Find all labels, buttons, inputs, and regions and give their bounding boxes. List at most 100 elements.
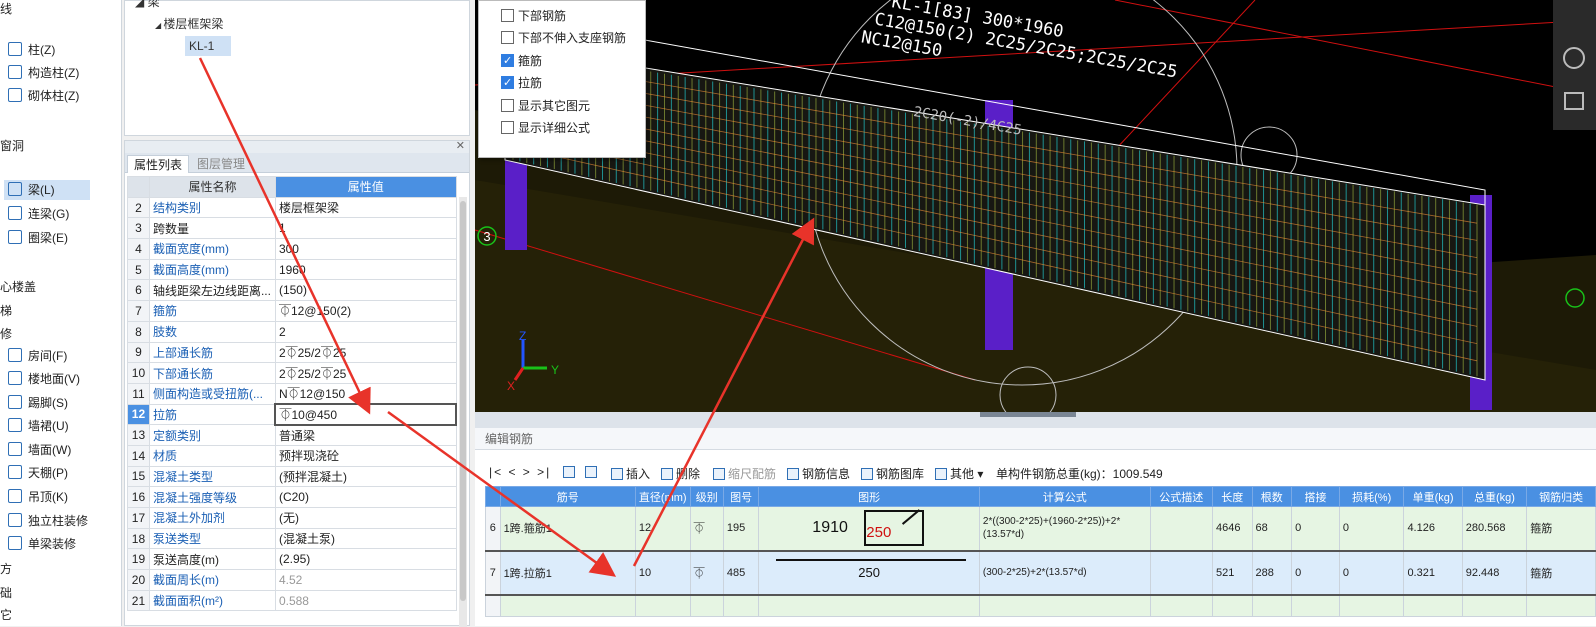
nav-item-skirting[interactable]: 踢脚(S) [8,393,68,413]
rebar-cell-empty[interactable] [499,594,636,617]
property-row[interactable]: 21 截面面积(m²) 0.588 [127,589,457,612]
rebar-library-button[interactable]: 钢筋图库 [861,465,924,482]
tree-item-kl1[interactable]: KL-1 [185,36,231,56]
property-value[interactable]: 2⏁25/2⏁25 [274,362,457,384]
grid-col-header[interactable]: 级别 [689,486,724,507]
other-menu-button[interactable]: 其他 ▾ [935,465,983,482]
rebar-cell-count[interactable]: 68 [1251,506,1293,551]
property-row[interactable]: 13 定额类别 普通梁 [127,424,457,446]
property-value[interactable]: (C20) [274,486,457,508]
splitter-grip[interactable] [980,412,1076,417]
nav-item-constructional-column[interactable]: 构造柱(Z) [8,63,79,83]
property-value[interactable]: 0.588 [274,589,457,612]
rebar-cell-dia[interactable]: 12 [634,506,691,551]
rebar-cell-empty[interactable] [1149,594,1214,617]
rebar-cell-grade[interactable]: ⏁ [689,506,724,551]
nav-item-beam-decoration[interactable]: 单梁装修 [8,534,76,554]
rebar-row[interactable]: 6 1跨.箍筋1 12 ⏁ 195 1910 250 2*((300-2*25)+(1960-… [485,506,1596,551]
property-row[interactable]: 3 跨数量 1 [127,217,457,240]
property-value[interactable]: (预拌混凝土) [274,465,457,488]
grid-col-header[interactable]: 直径(mm) [634,486,691,507]
checkbox-checked-icon[interactable] [501,52,514,70]
rebar-cell-empty[interactable] [1461,594,1528,617]
property-row[interactable]: 20 截面周长(m) 4.52 [127,569,457,591]
option-tie-bar[interactable]: 拉筋 [501,74,542,92]
nav-item-wall-face[interactable]: 墙面(W) [8,440,71,460]
delete-button[interactable]: 删除 [661,465,700,482]
rebar-cell-lap[interactable]: 0 [1291,506,1340,551]
rebar-info-button[interactable]: 钢筋信息 [787,465,850,482]
grid-col-header[interactable]: 总重(kg) [1461,486,1528,507]
rebar-cell-total[interactable]: 280.568 [1461,506,1528,551]
nav-item-masonry-column[interactable]: 砌体柱(Z) [8,86,79,106]
option-bottom-rebar[interactable]: 下部钢筋 [501,7,566,25]
tree-expand-icon[interactable]: ◢ [135,0,148,9]
rebar-cell-empty[interactable] [689,594,724,617]
rebar-row-partial[interactable] [485,594,1596,617]
option-show-other[interactable]: 显示其它图元 [501,97,590,115]
property-row[interactable]: 17 混凝土外加剂 (无) [127,507,457,529]
rebar-cell-loss[interactable]: 0 [1338,506,1405,551]
property-row[interactable]: 18 泵送类型 (混凝土泵) [127,527,457,550]
scrollbar-thumb[interactable] [460,201,466,601]
property-value[interactable]: 300 [274,238,457,260]
rebar-shape-cell[interactable]: 1910 250 [758,506,980,551]
grid-col-header[interactable]: 钢筋归类 [1526,486,1596,507]
property-value[interactable]: 1960 [274,258,457,281]
rebar-cell-name[interactable]: 1跨.拉筋1 [499,549,636,596]
grid-col-header[interactable]: 损耗(%) [1338,486,1405,507]
rebar-cell-empty[interactable] [722,594,760,617]
property-value[interactable]: 预拌现浇砼 [274,444,457,467]
rebar-cell-formula-desc[interactable] [1149,549,1214,596]
close-icon[interactable]: ✕ [456,139,465,152]
grid-col-header[interactable]: 公式描述 [1149,486,1214,507]
checkbox-icon[interactable] [501,121,514,134]
rebar-cell-empty[interactable] [1291,594,1340,617]
rebar-cell-formula[interactable]: 2*((300-2*25)+(1960-2*25))+2*(13.57*d) [978,506,1151,551]
nav-item-suspended-ceiling[interactable]: 吊顶(K) [8,487,68,507]
nav-item-beam[interactable]: 梁(L) [4,180,90,200]
move-down-button[interactable] [585,465,600,479]
rebar-cell-lap[interactable]: 0 [1291,549,1340,596]
rebar-cell-fig[interactable]: 195 [722,506,760,551]
rebar-cell-empty[interactable] [1526,594,1596,617]
rebar-cell-grade[interactable]: ⏁ [689,549,724,596]
grid-col-header[interactable]: 筋号 [499,486,636,507]
property-row[interactable]: 10 下部通长筋 2⏁25/2⏁25 [127,362,457,384]
grid-col-header[interactable]: 图号 [722,486,760,507]
property-row[interactable]: 7 箍筋 ⏁12@150(2) [127,300,457,322]
property-row[interactable]: 4 截面宽度(mm) 300 [127,238,457,260]
nav-item-dado[interactable]: 墙裙(U) [8,416,69,436]
property-row[interactable]: 16 混凝土强度等级 (C20) [127,486,457,508]
option-bottom-no-anchor[interactable]: 下部不伸入支座钢筋 [501,29,626,47]
rebar-cell-empty[interactable] [1212,594,1253,617]
rebar-cell-length[interactable]: 521 [1212,549,1253,596]
property-row[interactable]: 11 侧面构造或受扭筋(... N⏁12@150 [127,382,457,405]
property-value[interactable]: 普通梁 [274,424,457,446]
rebar-cell-count[interactable]: 288 [1251,549,1293,596]
nav-item-column-decoration[interactable]: 独立柱装修 [8,511,88,531]
grid-col-header[interactable]: 长度 [1212,486,1253,507]
rebar-cell-loss[interactable]: 0 [1338,549,1405,596]
grid-col-header[interactable]: 单重(kg) [1403,486,1463,507]
property-value[interactable]: ⏁10@450 [274,403,457,426]
checkbox-icon[interactable] [501,99,514,112]
property-value[interactable]: (混凝土泵) [274,527,457,550]
option-show-detail-formula[interactable]: 显示详细公式 [501,119,590,137]
property-row[interactable]: 6 轴线距梁左边线距离... (150) [127,279,457,302]
property-scrollbar[interactable] [459,197,467,627]
rebar-cell-dia[interactable]: 10 [634,549,691,596]
property-value[interactable]: (无) [274,507,457,529]
rebar-cell-total[interactable]: 92.448 [1461,549,1528,596]
rebar-cell-empty[interactable] [1338,594,1405,617]
grid-col-header[interactable]: 根数 [1251,486,1293,507]
rebar-cell-formula-desc[interactable] [1149,506,1214,551]
checkbox-icon[interactable] [501,9,514,22]
scale-rebar-button[interactable]: 缩尺配筋 [713,465,776,482]
property-value[interactable]: N⏁12@150 [274,382,457,405]
rebar-shape-cell[interactable]: 250 [758,549,980,596]
rebar-cell-category[interactable]: 箍筋 [1526,549,1596,596]
rebar-cell-empty[interactable] [485,594,501,617]
move-up-button[interactable] [563,465,578,479]
nav-item-floor[interactable]: 楼地面(V) [8,369,80,389]
